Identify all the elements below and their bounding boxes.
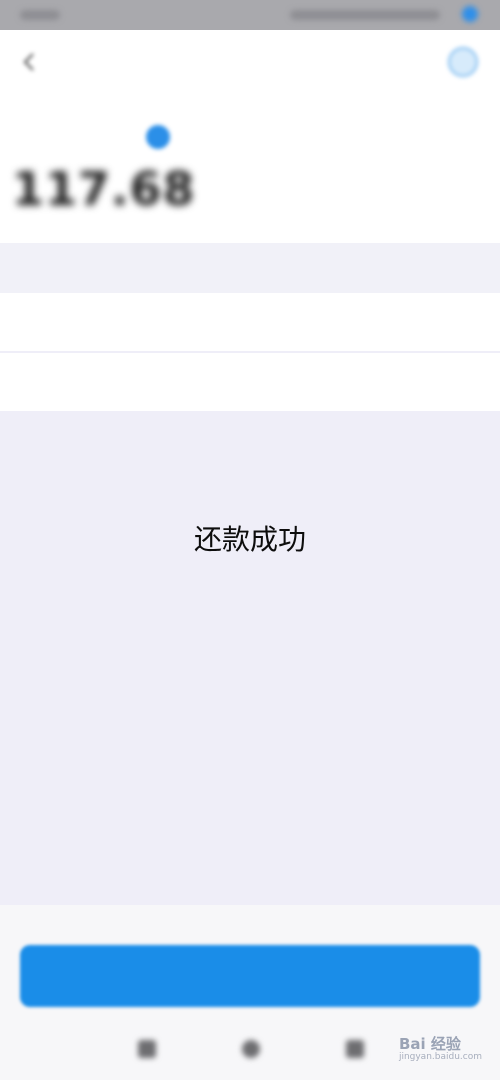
- repay-all-button[interactable]: [20, 945, 480, 1007]
- menu-icon[interactable]: [138, 1040, 156, 1058]
- amount-section: 117.68: [0, 98, 500, 243]
- detail-row[interactable]: [0, 293, 500, 351]
- detail-row[interactable]: [0, 353, 500, 411]
- help-circle-icon[interactable]: [448, 47, 478, 77]
- watermark-sub: jingyan.baidu.com: [398, 1052, 482, 1062]
- watermark-text: Bai 经验: [398, 1035, 461, 1053]
- status-bar: [0, 0, 500, 30]
- watermark-logo: Bai 经验 jingyan.baidu.com: [399, 1033, 482, 1062]
- check-circle-icon: [146, 125, 170, 149]
- navigation-bar: [0, 30, 500, 98]
- success-toast: 还款成功: [193, 523, 306, 556]
- amount-value: 117.68: [12, 162, 196, 216]
- home-icon[interactable]: [242, 1040, 260, 1058]
- chevron-left-icon[interactable]: [18, 50, 42, 74]
- status-indicators: [290, 10, 440, 20]
- bluetooth-icon: [462, 6, 478, 22]
- back-nav-icon[interactable]: [346, 1040, 364, 1058]
- status-time: [20, 10, 60, 20]
- details-header: [0, 243, 500, 293]
